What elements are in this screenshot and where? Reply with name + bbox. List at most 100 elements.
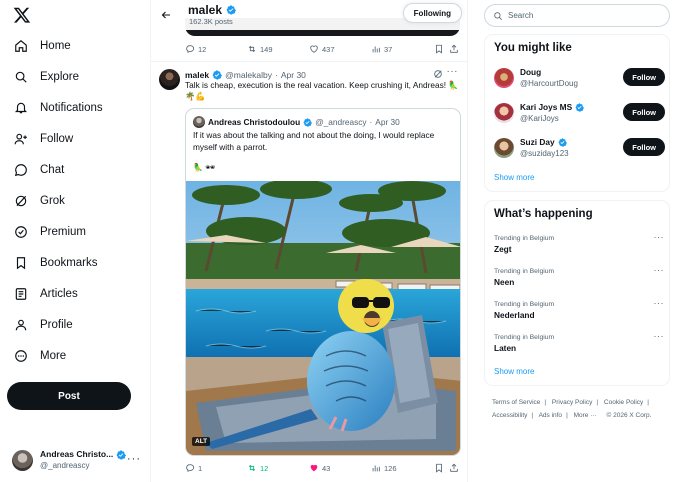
- follow-button[interactable]: Follow: [623, 103, 665, 121]
- divider: [151, 61, 467, 62]
- profile-header-bar: malek 162.3K posts Following: [151, 0, 467, 30]
- nav-bookmarks[interactable]: Bookmarks: [8, 250, 143, 276]
- footer-link-more[interactable]: More ···: [574, 412, 597, 419]
- verified-badge-icon: [226, 5, 236, 15]
- like-count: 43: [322, 463, 331, 473]
- who-to-follow-card: You might like Doug @HarcourtDoug Follow…: [484, 34, 670, 192]
- quoted-tweet[interactable]: Andreas Christodoulou @_andreascy · Apr …: [185, 108, 461, 456]
- repost-count: 149: [260, 44, 273, 54]
- reply-count: 1: [198, 463, 203, 473]
- repost-count: 12: [260, 463, 269, 473]
- nav-follow[interactable]: Follow: [8, 126, 143, 152]
- nav-articles[interactable]: Articles: [8, 281, 143, 307]
- bookmark-icon: [436, 44, 442, 54]
- chat-bubble-icon: [14, 164, 27, 177]
- trend-item[interactable]: Trending in Belgium Neen ···: [494, 265, 665, 292]
- reply-button[interactable]: 1: [185, 463, 202, 473]
- tweet-author-handle[interactable]: @malekalby: [225, 70, 272, 80]
- reply-count: 12: [198, 44, 207, 54]
- verified-badge-icon: [303, 118, 312, 127]
- footer-links: Terms of Service | Privacy Policy | Cookie…: [492, 399, 652, 419]
- suggested-user-name-row: Suzi Day: [520, 137, 569, 148]
- trend-item[interactable]: Trending in Belgium Laten ···: [494, 331, 665, 358]
- footer-link-privacy[interactable]: Privacy Policy: [552, 399, 592, 406]
- copyright: © 2026 X Corp.: [606, 412, 652, 419]
- avatar: [12, 449, 33, 471]
- following-button[interactable]: Following: [402, 3, 462, 23]
- x-logo-icon[interactable]: [13, 6, 31, 24]
- nav-premium[interactable]: Premium: [8, 219, 143, 245]
- user-suggestion[interactable]: Suzi Day @suziday123 Follow: [494, 136, 665, 160]
- alt-text-badge[interactable]: ALT: [192, 437, 211, 446]
- more-circle-icon: [15, 350, 27, 362]
- account-more-icon[interactable]: ···: [127, 453, 141, 465]
- show-more-link[interactable]: Show more: [494, 367, 534, 376]
- tweet-author-name[interactable]: malek: [185, 70, 209, 80]
- nav-explore-label: Explore: [40, 71, 79, 83]
- nav-notifications-label: Notifications: [40, 102, 103, 114]
- suggested-user-name: Doug: [520, 67, 542, 77]
- share-icon: [450, 463, 458, 472]
- search-box[interactable]: [484, 4, 670, 27]
- nav-explore[interactable]: Explore: [8, 64, 143, 90]
- nav-home[interactable]: Home: [8, 33, 143, 59]
- suggested-user-name-row: Kari Joys MS: [520, 102, 584, 113]
- tweet-more-icon[interactable]: ···: [447, 66, 459, 77]
- views-button[interactable]: 37: [371, 44, 392, 54]
- repost-button[interactable]: 12: [247, 463, 268, 473]
- post-count: 162.3K posts: [189, 17, 233, 26]
- suggested-user-handle: @HarcourtDoug: [520, 79, 578, 88]
- quoted-date: Apr 30: [375, 117, 400, 127]
- views-count: 126: [384, 463, 397, 473]
- nav-profile[interactable]: Profile: [8, 312, 143, 338]
- avatar[interactable]: [159, 69, 180, 90]
- trend-more-icon[interactable]: ···: [654, 298, 665, 309]
- user-suggestion[interactable]: Kari Joys MS @KariJoys Follow: [494, 101, 665, 125]
- search-input[interactable]: [508, 11, 658, 20]
- trend-item[interactable]: Trending in Belgium Nederland ···: [494, 298, 665, 325]
- account-switcher[interactable]: Andreas Christo... @_andreascy ···: [12, 449, 147, 471]
- parrot-pool-image[interactable]: [186, 181, 461, 456]
- heart-icon: [310, 45, 318, 53]
- tweet-text: Talk is cheap, execution is the real vac…: [185, 80, 459, 101]
- grok-icon[interactable]: [433, 69, 443, 79]
- trend-more-icon[interactable]: ···: [654, 232, 665, 243]
- nav-grok[interactable]: Grok: [8, 188, 143, 214]
- nav-more[interactable]: More: [8, 343, 143, 369]
- share-button[interactable]: [449, 44, 459, 54]
- views-button[interactable]: 126: [371, 463, 397, 473]
- user-suggestion[interactable]: Doug @HarcourtDoug Follow: [494, 66, 665, 90]
- follow-button[interactable]: Follow: [623, 68, 665, 86]
- nav-chat[interactable]: Chat: [8, 157, 143, 183]
- like-button[interactable]: 437: [309, 44, 335, 54]
- nav-grok-label: Grok: [40, 195, 65, 207]
- repost-button[interactable]: 149: [247, 44, 273, 54]
- reply-icon: [186, 464, 195, 473]
- footer-link-ads[interactable]: Ads info: [539, 412, 563, 419]
- trend-context: Trending in Belgium: [494, 301, 555, 308]
- share-button[interactable]: [449, 463, 459, 473]
- footer-link-accessibility[interactable]: Accessibility: [492, 412, 527, 419]
- trend-item[interactable]: Trending in Belgium Zegt ···: [494, 232, 665, 259]
- follow-button[interactable]: Follow: [623, 138, 665, 156]
- tweet-date[interactable]: Apr 30: [281, 70, 306, 80]
- bookmark-button[interactable]: [434, 463, 444, 473]
- views-chart-icon: [372, 465, 380, 472]
- avatar: [494, 138, 514, 158]
- trend-more-icon[interactable]: ···: [654, 331, 665, 342]
- nav-profile-label: Profile: [40, 319, 73, 331]
- like-button[interactable]: 43: [309, 463, 330, 473]
- back-arrow-icon[interactable]: [160, 9, 172, 21]
- suggested-user-name: Suzi Day: [520, 137, 555, 147]
- whats-happening-card: What’s happening Trending in Belgium Zeg…: [484, 200, 670, 386]
- separator-dot: ·: [369, 117, 373, 127]
- trend-more-icon[interactable]: ···: [654, 265, 665, 276]
- nav-notifications[interactable]: Notifications: [8, 95, 143, 121]
- bookmark-button[interactable]: [434, 44, 444, 54]
- trend-topic: Nederland: [494, 310, 535, 320]
- reply-button[interactable]: 12: [185, 44, 206, 54]
- show-more-link[interactable]: Show more: [494, 173, 534, 182]
- footer-link-terms[interactable]: Terms of Service: [492, 399, 540, 406]
- footer-link-cookies[interactable]: Cookie Policy: [604, 399, 643, 406]
- post-button[interactable]: Post: [7, 382, 131, 410]
